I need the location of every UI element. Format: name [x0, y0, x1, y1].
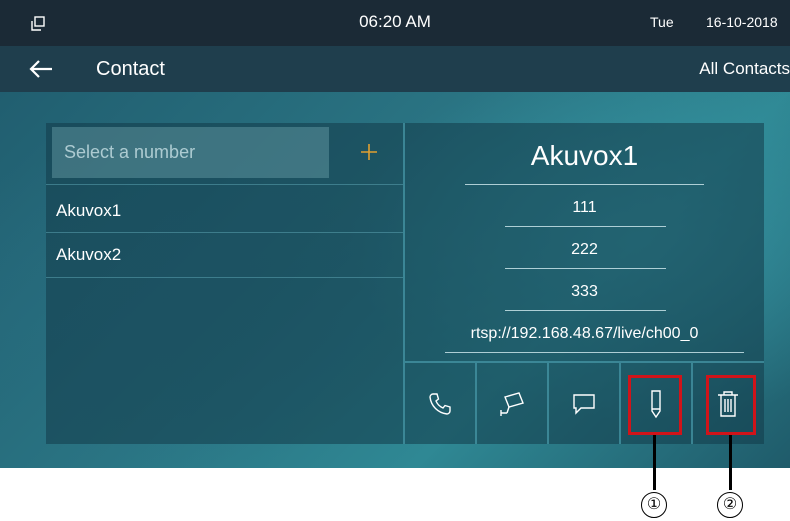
status-date: 16-10-2018 [706, 14, 778, 30]
search-input[interactable]: Select a number [52, 127, 329, 178]
divider [46, 184, 403, 185]
callout-pointer [653, 435, 656, 490]
add-contact-button[interactable] [356, 139, 382, 165]
contact-number: 222 [571, 241, 598, 258]
callout-1-label: ① [641, 492, 667, 518]
contact-rtsp-url: rtsp://192.168.48.67/live/ch00_0 [470, 325, 699, 342]
message-button[interactable] [549, 363, 619, 444]
divider [505, 226, 666, 227]
callout-2-label: ② [717, 492, 743, 518]
all-contacts-filter[interactable]: All Contacts [699, 59, 790, 79]
phone-icon [429, 392, 451, 415]
device-screen: 06:20 AM Tue 16-10-2018 Contact All Cont… [0, 0, 790, 468]
title-bar: Contact All Contacts [0, 46, 790, 92]
contact-name: Akuvox1 [530, 140, 639, 171]
divider [465, 184, 704, 185]
divider [505, 268, 666, 269]
contact-number: 111 [572, 199, 597, 216]
back-arrow-icon[interactable] [28, 58, 54, 80]
message-icon [573, 393, 595, 415]
delete-button-highlight [706, 375, 756, 435]
contact-list-item[interactable]: Akuvox2 [46, 233, 403, 276]
status-day: Tue [650, 14, 674, 30]
page-title: Contact [96, 58, 165, 80]
call-button[interactable] [405, 363, 475, 444]
callout-pointer [729, 435, 732, 490]
divider [445, 352, 744, 353]
divider [505, 310, 666, 311]
edit-button-highlight [628, 375, 682, 435]
divider [46, 277, 403, 278]
status-bar: 06:20 AM Tue 16-10-2018 [0, 0, 790, 46]
monitor-button[interactable] [477, 363, 547, 444]
contact-number: 333 [571, 283, 598, 300]
contact-list-item[interactable]: Akuvox1 [46, 189, 403, 232]
camera-icon [500, 391, 524, 416]
